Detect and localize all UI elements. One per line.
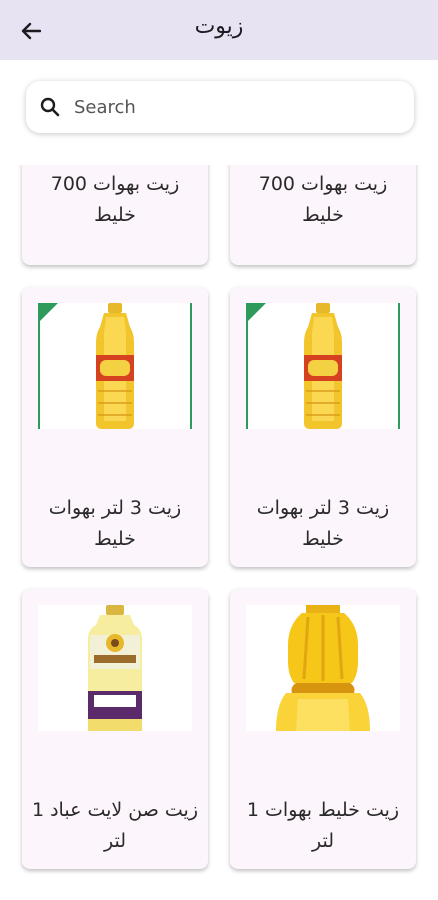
product-image: [246, 605, 400, 731]
product-card[interactable]: زيت بهوات 700 خليط: [22, 165, 208, 265]
product-card[interactable]: زيت صن لايت عباد 1 لتر: [22, 589, 208, 869]
search-icon: [40, 97, 60, 117]
product-card[interactable]: زيت 3 لتر بهوات خليط: [22, 287, 208, 567]
page-title: زيوت: [194, 14, 244, 39]
product-name: زيت 3 لتر بهوات خليط: [48, 497, 182, 550]
oil-bottle-image: [38, 303, 192, 429]
product-card[interactable]: زيت بهوات 700 خليط: [230, 165, 416, 265]
product-image: [246, 303, 400, 429]
search-bar[interactable]: [26, 81, 414, 133]
product-card[interactable]: زيت خليط بهوات 1 لتر: [230, 589, 416, 869]
product-card[interactable]: زيت 3 لتر بهوات خليط: [230, 287, 416, 567]
product-name: زيت بهوات 700 خليط: [258, 173, 388, 226]
search-input[interactable]: [74, 96, 374, 118]
oil-bottle-image: [246, 303, 400, 429]
product-name: زيت بهوات 700 خليط: [50, 173, 180, 226]
product-grid: زيت بهوات 700 خليط زيت بهوات 700 خليط زي…: [0, 165, 438, 900]
oil-bottle-closeup-image: [276, 605, 370, 731]
product-image: [38, 605, 192, 731]
product-name: زيت 3 لتر بهوات خليط: [256, 497, 390, 550]
product-name: زيت صن لايت عباد 1 لتر: [31, 799, 199, 852]
product-image: [38, 303, 192, 429]
app-bar: زيوت: [0, 0, 438, 60]
product-name: زيت خليط بهوات 1 لتر: [246, 799, 400, 852]
sunflower-oil-bottle-image: [88, 605, 142, 731]
